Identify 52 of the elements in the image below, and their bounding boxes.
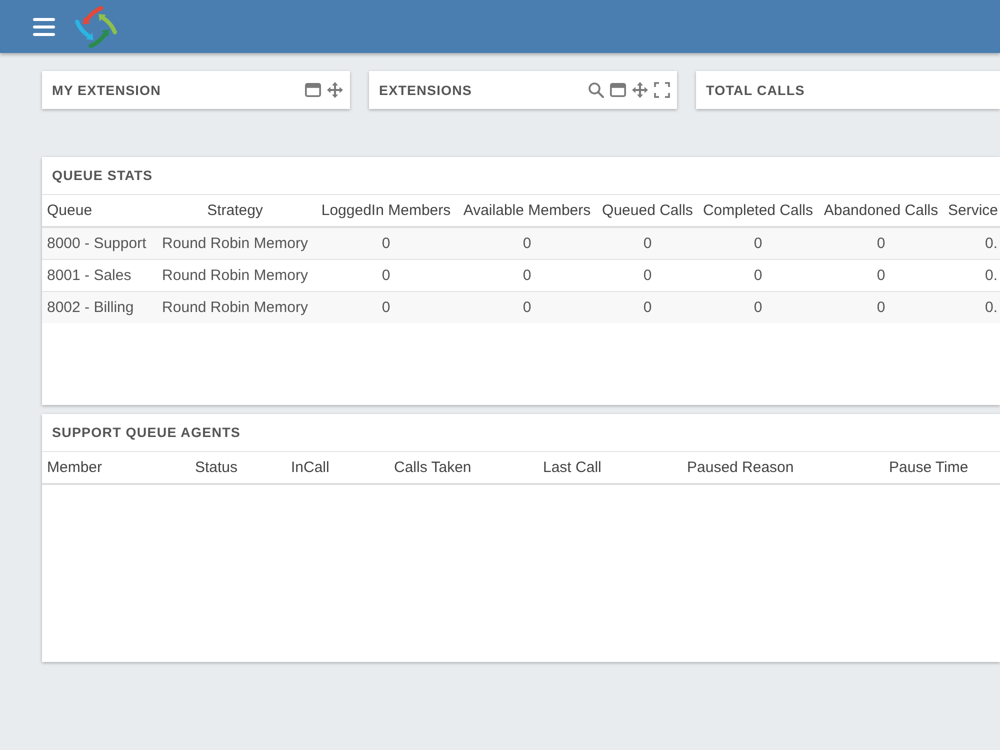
table-cell: 0 — [818, 227, 944, 260]
column-header: Queued Calls — [597, 194, 698, 227]
fullscreen-icon[interactable] — [654, 82, 670, 98]
window-icon[interactable] — [305, 83, 321, 97]
column-header: Abandoned Calls — [818, 194, 944, 227]
table-cell: 0 — [698, 292, 818, 323]
table-cell: 8000 - Support — [42, 227, 155, 260]
panel-title: SUPPORT QUEUE AGENTS — [52, 425, 241, 440]
column-header: Queue — [42, 194, 155, 227]
table-cell: 0 — [818, 260, 944, 292]
column-header: Calls Taken — [389, 452, 538, 484]
table-cell: 0 — [457, 260, 597, 292]
table-cell: 0. — [944, 227, 1000, 260]
move-icon[interactable] — [327, 82, 343, 98]
table-cell: 0. — [944, 260, 1000, 292]
table-cell: 0 — [315, 227, 457, 260]
column-header: LoggedIn Members — [315, 194, 457, 227]
table-cell: 0. — [944, 292, 1000, 323]
table-cell: 0 — [457, 227, 597, 260]
table-cell: 0 — [597, 227, 698, 260]
widget-title: TOTAL CALLS — [706, 82, 805, 98]
window-icon[interactable] — [610, 83, 626, 97]
table-cell: 0 — [698, 260, 818, 292]
table-cell: 8001 - Sales — [42, 260, 155, 292]
search-icon[interactable] — [588, 82, 604, 98]
column-header: Strategy — [155, 194, 315, 227]
table-cell: Round Robin Memory — [155, 292, 315, 323]
table-cell: 8002 - Billing — [42, 292, 155, 323]
table-cell: 0 — [315, 292, 457, 323]
table-cell: 0 — [597, 292, 698, 323]
table-cell: 0 — [457, 292, 597, 323]
column-header: Pause Time — [884, 452, 1000, 484]
arrows-logo — [75, 6, 117, 48]
column-header: Member — [42, 452, 190, 484]
table-cell: 0 — [597, 260, 698, 292]
column-header: Service — [944, 194, 1000, 227]
column-header: Paused Reason — [682, 452, 884, 484]
table-cell: Round Robin Memory — [155, 227, 315, 260]
widget-title: EXTENSIONS — [379, 82, 472, 98]
table-cell: 0 — [818, 292, 944, 323]
column-header: Last Call — [538, 452, 682, 484]
column-header: Status — [190, 452, 286, 484]
table-cell: 0 — [315, 260, 457, 292]
column-header: InCall — [286, 452, 389, 484]
panel-title: QUEUE STATS — [52, 168, 153, 183]
column-header: Available Members — [457, 194, 597, 227]
table-cell: Round Robin Memory — [155, 260, 315, 292]
table-cell: 0 — [698, 227, 818, 260]
column-header: Completed Calls — [698, 194, 818, 227]
menu-icon[interactable] — [33, 18, 55, 36]
widget-title: MY EXTENSION — [52, 82, 161, 98]
move-icon[interactable] — [632, 82, 648, 98]
